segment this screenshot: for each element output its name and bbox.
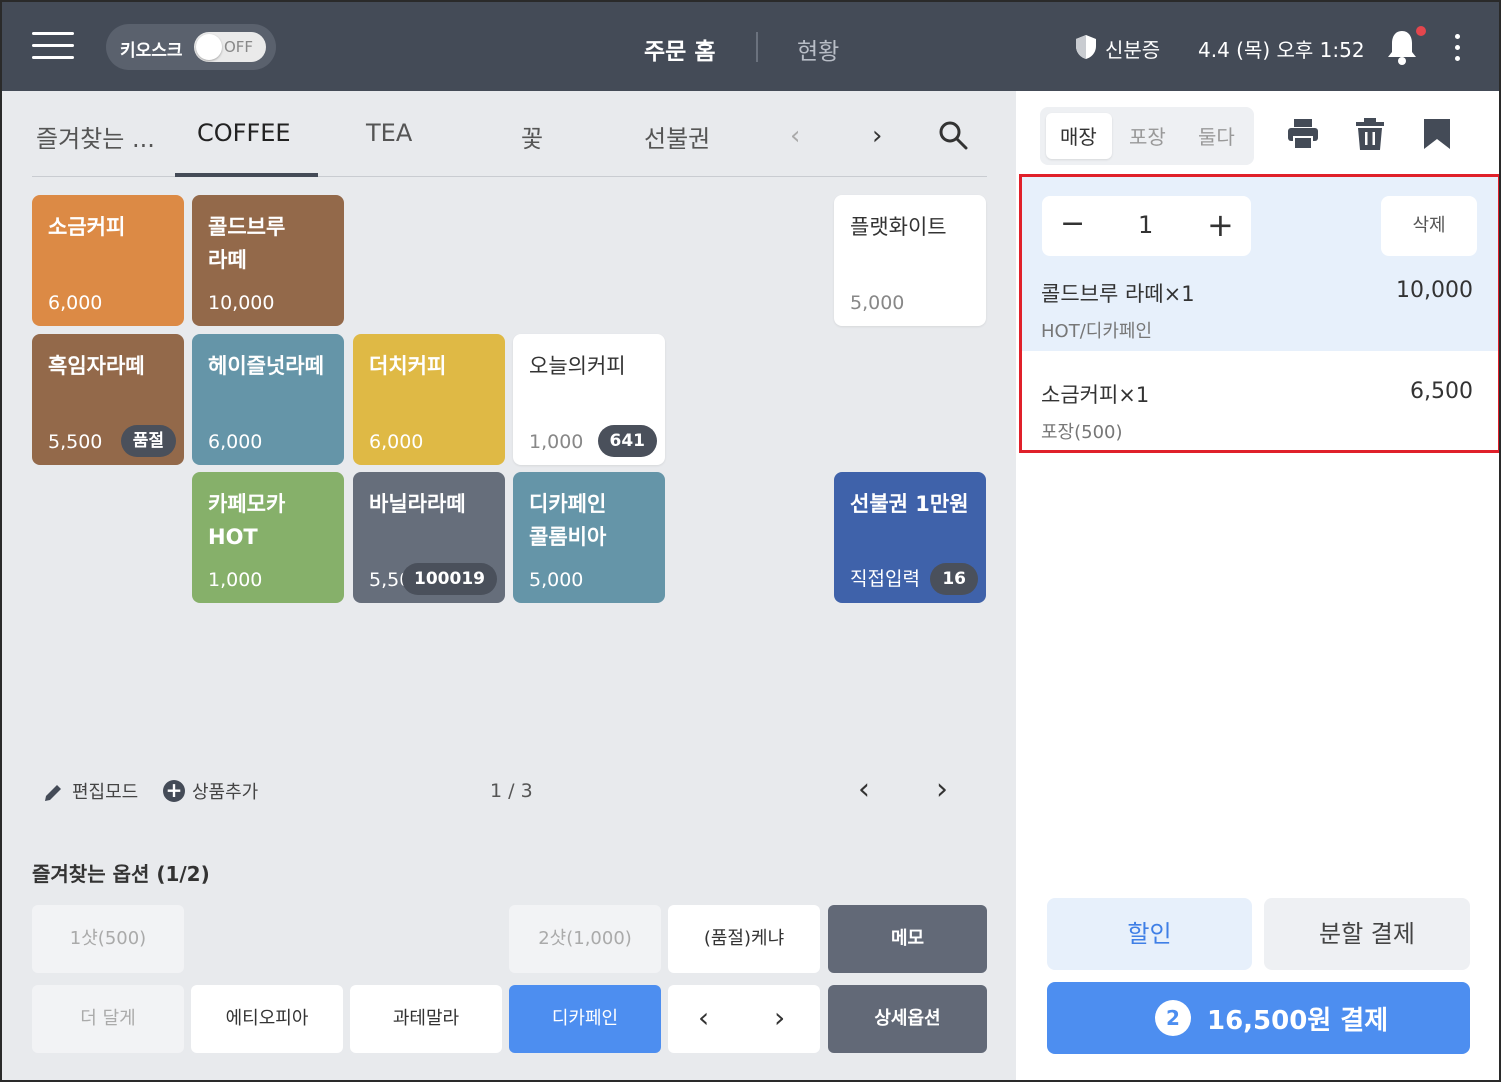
product-price: 5,500: [48, 431, 103, 453]
product-tile[interactable]: 바닐라라떼 5,50 100019: [353, 472, 505, 603]
nav-divider: [756, 32, 758, 62]
option-guatemala[interactable]: 과테말라: [350, 985, 502, 1053]
product-badge: 641: [597, 425, 657, 457]
option-kenya[interactable]: (품절)케냐: [668, 905, 820, 973]
product-tile[interactable]: 헤이즐넛라떼 6,000: [192, 334, 344, 465]
product-price: 5,000: [850, 292, 905, 314]
chevron-left-icon[interactable]: ‹: [790, 121, 800, 151]
product-price: 6,000: [208, 431, 263, 453]
product-tile[interactable]: 선불권 1만원직접입력 16: [834, 472, 986, 603]
product-name: 더치커피: [369, 354, 447, 378]
product-name: 플랫화이트: [850, 215, 947, 239]
nav-order-home[interactable]: 주문 홈: [644, 32, 716, 66]
more-vertical-icon[interactable]: [1452, 34, 1462, 62]
menu-icon[interactable]: [32, 32, 74, 62]
nav-status[interactable]: 현황: [797, 32, 839, 66]
tab-favorites[interactable]: 즐겨찾는 ...: [36, 119, 155, 154]
kiosk-label: 키오스크: [120, 41, 183, 61]
chevron-right-icon[interactable]: ›: [774, 1001, 785, 1034]
product-name: 선불권 1만원: [850, 492, 969, 516]
shield-icon[interactable]: [1074, 34, 1098, 60]
item-count-badge: 2: [1155, 1000, 1191, 1036]
memo-button[interactable]: 메모: [828, 905, 987, 973]
product-tile[interactable]: 디카페인 콜롬비아 5,000: [513, 472, 665, 603]
discount-button[interactable]: 할인: [1047, 898, 1252, 970]
bookmark-icon[interactable]: [1420, 117, 1454, 151]
product-badge: 100019: [402, 563, 497, 595]
trash-icon[interactable]: [1353, 117, 1387, 151]
favorite-options-title: 즐겨찾는 옵션 (1/2): [32, 862, 210, 886]
pay-button[interactable]: 2 16,500원 결제: [1047, 982, 1470, 1054]
product-price: 6,000: [48, 292, 103, 314]
detail-options-button[interactable]: 상세옵션: [828, 985, 987, 1053]
chevron-right-icon[interactable]: ›: [872, 121, 882, 151]
chevron-left-icon[interactable]: ‹: [858, 772, 870, 807]
mode-both[interactable]: 둘다: [1198, 121, 1235, 150]
product-price: 5,000: [529, 569, 584, 591]
tab-tea[interactable]: TEA: [366, 119, 412, 147]
product-name: 콜드브루 라떼: [208, 215, 286, 272]
mode-dine-in[interactable]: 매장: [1060, 121, 1097, 150]
split-pay-button[interactable]: 분할 결제: [1264, 898, 1470, 970]
edit-mode-button[interactable]: 편집모드: [72, 778, 138, 804]
id-check-button[interactable]: 신분증: [1105, 34, 1160, 63]
option-ethiopia[interactable]: 에티오피아: [191, 985, 343, 1053]
option-sweeter[interactable]: 더 달게: [32, 985, 184, 1053]
product-tile[interactable]: 소금커피 6,000: [32, 195, 184, 326]
order-list-highlight: [1019, 174, 1499, 453]
product-badge: 품절: [120, 425, 176, 457]
product-tile[interactable]: 흑임자라떼 5,500 품절: [32, 334, 184, 465]
product-tile[interactable]: 오늘의커피 1,000 641: [513, 334, 665, 465]
product-name: 바닐라라떼: [369, 492, 466, 516]
option-1shot[interactable]: 1샷(500): [32, 905, 184, 973]
product-tile[interactable]: 콜드브루 라떼 10,000: [192, 195, 344, 326]
top-bar: 키오스크 OFF 주문 홈 현황 신분증 4.4 (목) 오후 1:52: [2, 2, 1499, 91]
product-tile[interactable]: 카페모카 HOT 1,000: [192, 472, 344, 603]
product-tile[interactable]: 플랫화이트 5,000: [834, 195, 986, 326]
chevron-right-icon[interactable]: ›: [936, 772, 948, 807]
pay-label: 16,500원 결제: [1207, 1006, 1389, 1036]
option-decaf[interactable]: 디카페인: [509, 985, 661, 1053]
option-2shot[interactable]: 2샷(1,000): [509, 905, 661, 973]
active-tab-indicator: [175, 173, 318, 177]
toggle-state: OFF: [224, 38, 254, 56]
add-product-button[interactable]: 상품추가: [192, 778, 258, 804]
product-name: 헤이즐넛라떼: [208, 354, 324, 378]
product-name: 카페모카 HOT: [208, 492, 286, 549]
product-name: 디카페인 콜롬비아: [529, 492, 607, 549]
product-tile[interactable]: 더치커피 6,000: [353, 334, 505, 465]
bell-icon[interactable]: [1386, 28, 1418, 66]
product-price: 1,000: [208, 569, 263, 591]
search-icon[interactable]: [938, 120, 968, 150]
category-tabs: 즐겨찾는 ... COFFEE TEA 꽃 선불권 ‹ ›: [32, 91, 987, 177]
product-price: 직접입력: [850, 568, 920, 590]
product-price: 10,000: [208, 292, 275, 314]
product-name: 오늘의커피: [529, 354, 626, 378]
notification-dot: [1416, 26, 1426, 36]
option-pager: ‹ ›: [668, 985, 820, 1053]
datetime: 4.4 (목) 오후 1:52: [1198, 38, 1365, 62]
product-price: 6,000: [369, 431, 424, 453]
product-price: 1,000: [529, 431, 584, 453]
kiosk-switch[interactable]: OFF: [194, 32, 266, 62]
product-badge: 16: [930, 563, 978, 595]
printer-icon[interactable]: [1286, 117, 1320, 151]
tab-flower[interactable]: 꽃: [521, 119, 543, 154]
app-window: 키오스크 OFF 주문 홈 현황 신분증 4.4 (목) 오후 1:52 즐겨찾…: [0, 0, 1501, 1082]
page-indicator: 1 / 3: [490, 780, 533, 802]
pencil-icon[interactable]: [42, 782, 64, 804]
tab-coffee[interactable]: COFFEE: [197, 119, 291, 147]
kiosk-toggle[interactable]: 키오스크 OFF: [106, 24, 276, 70]
mode-takeout[interactable]: 포장: [1129, 121, 1166, 150]
tab-prepaid[interactable]: 선불권: [644, 119, 710, 154]
product-name: 흑임자라떼: [48, 354, 145, 378]
plus-circle-icon[interactable]: +: [163, 780, 185, 802]
product-name: 소금커피: [48, 215, 126, 239]
chevron-left-icon[interactable]: ‹: [698, 1001, 709, 1034]
toggle-knob: [196, 34, 222, 60]
